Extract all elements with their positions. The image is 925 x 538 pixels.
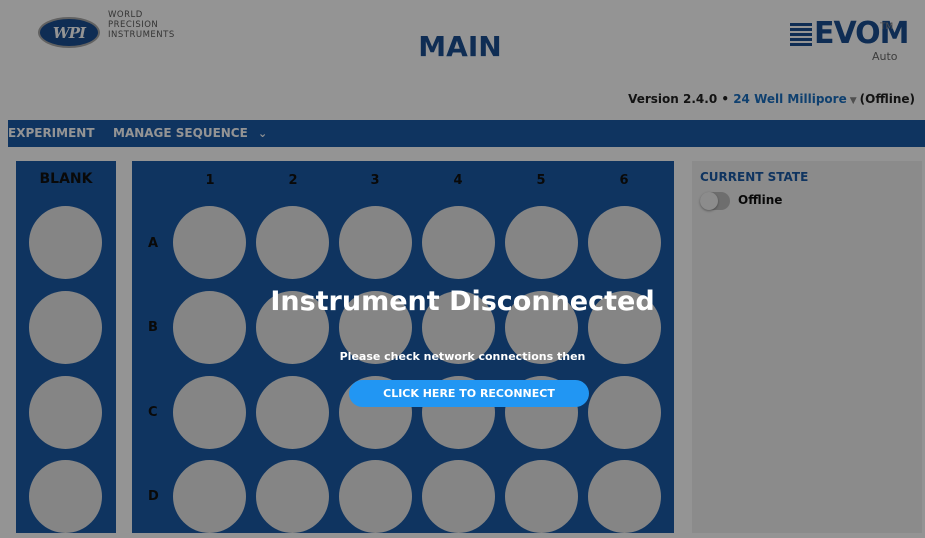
reconnect-button[interactable]: CLICK HERE TO RECONNECT	[349, 380, 589, 407]
disconnected-overlay	[0, 0, 925, 538]
app-window: WPI WORLD PRECISION INSTRUMENTS MAIN EVO…	[0, 0, 925, 538]
disconnected-message: Please check network connections then	[339, 350, 586, 363]
disconnected-title: Instrument Disconnected	[270, 286, 655, 317]
